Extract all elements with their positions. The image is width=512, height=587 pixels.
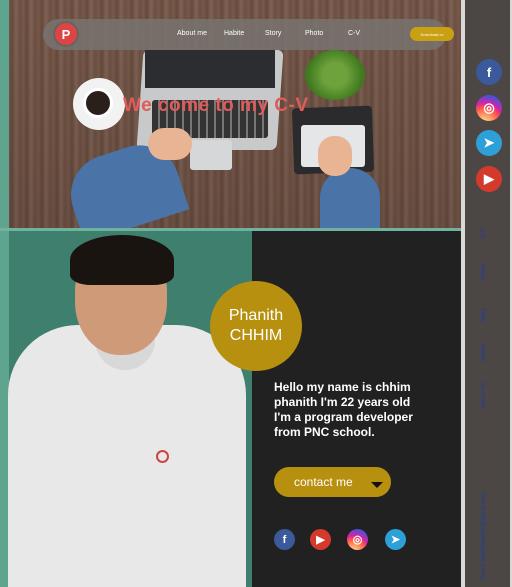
sidebar-link-habite[interactable]: Habite <box>481 345 487 362</box>
nav-item-habite[interactable]: Habite <box>224 30 244 37</box>
plant-image <box>305 50 365 100</box>
nav-item-photo[interactable]: Photo <box>305 30 323 37</box>
nav-item-cv[interactable]: C-V <box>348 30 360 37</box>
sidebar-link-cv[interactable]: C-V <box>481 228 487 238</box>
sidebar-link-photo[interactable]: Photo <box>481 264 487 280</box>
trackpad-image <box>190 140 232 170</box>
sidebar-youtube-icon[interactable]: ▶ <box>476 166 502 192</box>
sidebar-link-story[interactable]: Story <box>481 308 487 322</box>
contact-me-button[interactable]: contact me <box>274 467 391 497</box>
name-badge: Phanith CHHIM <box>210 281 302 371</box>
coffee-image <box>83 88 113 118</box>
right-arm-image <box>320 168 380 230</box>
nav-item-about-me[interactable]: About me <box>177 30 207 37</box>
sidebar <box>465 0 512 587</box>
sidebar-instagram-icon[interactable]: ◎ <box>476 95 502 121</box>
last-name: CHHIM <box>229 327 283 344</box>
pinterest-logo-icon[interactable]: P <box>55 23 77 45</box>
sidebar-telegram-icon[interactable]: ➤ <box>476 130 502 156</box>
facebook-icon[interactable]: f <box>274 529 295 550</box>
first-name: Phanith <box>228 307 284 324</box>
chevron-down-icon <box>371 482 383 488</box>
youtube-icon[interactable]: ▶ <box>310 529 331 550</box>
laptop-screen-image <box>145 50 275 88</box>
intro-text: Hello my name is chhim phanith I'm 22 ye… <box>274 380 413 439</box>
sidebar-email[interactable]: Email: phanithchhim@gmail.com <box>481 493 487 580</box>
telegram-icon[interactable]: ➤ <box>385 529 406 550</box>
sidebar-facebook-icon[interactable]: f <box>476 59 502 85</box>
navbar <box>43 19 446 50</box>
download-cv-button[interactable]: Download cv <box>410 27 454 41</box>
hero-title: We come to my C-V <box>123 95 309 116</box>
profile-photo-hair <box>70 235 174 285</box>
instagram-icon[interactable]: ◎ <box>347 529 368 550</box>
contact-me-label: contact me <box>294 475 353 489</box>
page: P About me Habite Story Photo C-V Downlo… <box>0 0 512 587</box>
left-hand-image <box>148 128 192 160</box>
sidebar-link-about-me[interactable]: About me <box>481 382 487 408</box>
nav-item-story[interactable]: Story <box>265 30 281 37</box>
shirt-logo-icon <box>156 450 169 463</box>
right-hand-image <box>318 136 352 176</box>
